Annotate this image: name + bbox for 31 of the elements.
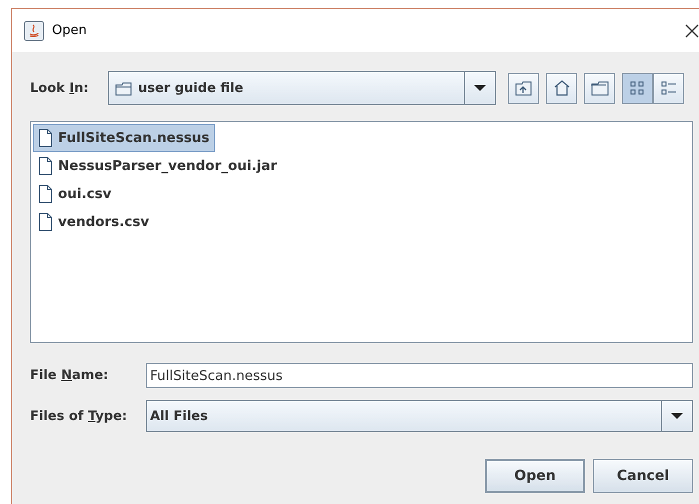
file-item[interactable]: oui.csv: [33, 180, 118, 208]
file-icon: [38, 156, 53, 176]
details-view-button[interactable]: [653, 72, 684, 104]
details-view-icon: [658, 79, 678, 97]
file-item[interactable]: NessusParser_vendor_oui.jar: [33, 152, 284, 180]
up-folder-button[interactable]: [508, 72, 539, 104]
file-icon: [38, 128, 53, 148]
window-title: Open: [52, 23, 88, 38]
app-icon: [24, 20, 44, 40]
open-button[interactable]: Open: [485, 459, 585, 493]
new-folder-button[interactable]: [584, 72, 615, 104]
up-folder-icon: [514, 79, 534, 97]
file-icon: [38, 212, 53, 232]
file-name-label: File Name:: [30, 368, 110, 383]
close-icon[interactable]: [685, 24, 699, 38]
file-item[interactable]: vendors.csv: [33, 208, 156, 236]
caret-icon: [473, 84, 487, 92]
cancel-button[interactable]: Cancel: [593, 459, 693, 493]
list-view-button[interactable]: [622, 72, 653, 104]
look-in-dropdown[interactable]: user guide file: [108, 71, 496, 105]
home-button[interactable]: [546, 72, 577, 104]
file-type-dropdown[interactable]: All Files: [146, 400, 693, 432]
file-icon: [38, 184, 53, 204]
look-in-label: Look In:: [30, 80, 90, 96]
file-type-label: Files of Type:: [30, 408, 128, 424]
caret-icon: [670, 412, 684, 420]
new-folder-icon: [590, 79, 610, 97]
file-item[interactable]: FullSiteScan.nessus: [33, 124, 216, 152]
file-name-field[interactable]: FullSiteScan.nessus: [146, 363, 693, 388]
folder-icon: [115, 80, 132, 96]
folder-name: user guide file: [138, 80, 244, 96]
